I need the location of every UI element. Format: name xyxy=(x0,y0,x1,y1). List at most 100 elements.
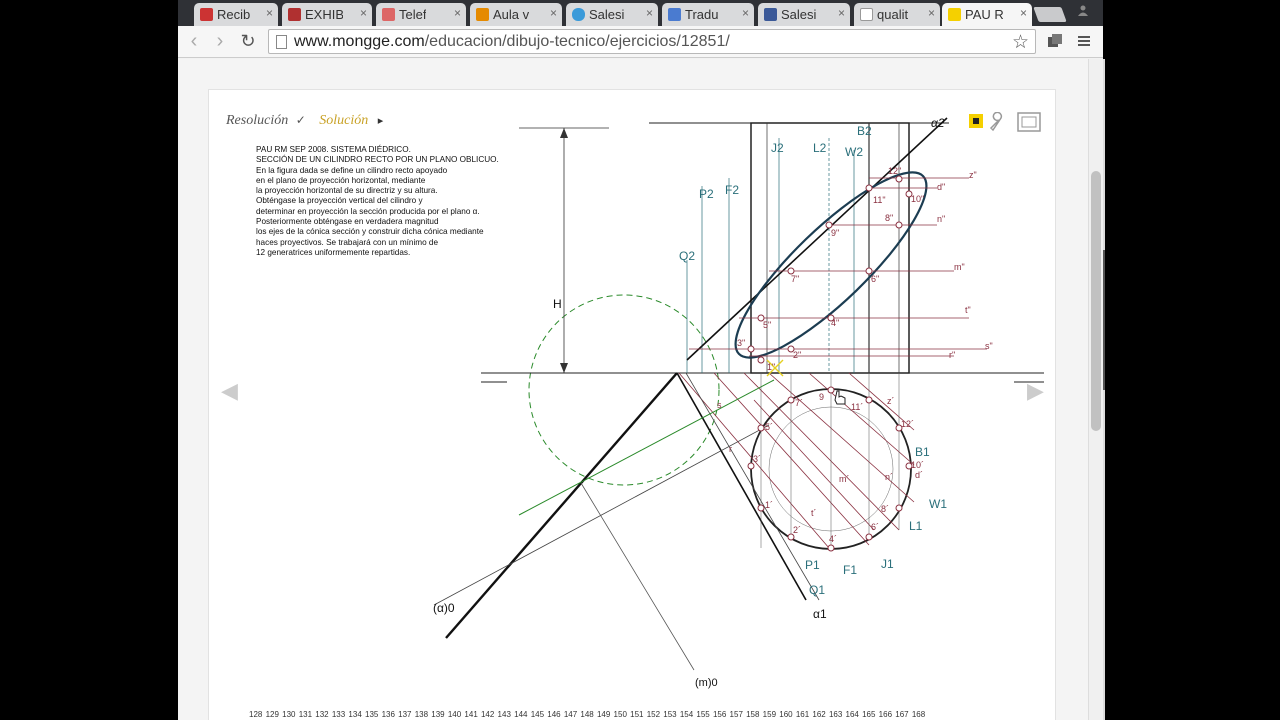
label-alpha0: (α)0 xyxy=(433,601,455,615)
label-m2: m" xyxy=(954,262,965,272)
label-1: 1" xyxy=(767,362,775,372)
right-background xyxy=(1103,0,1280,720)
label-alpha2: α2 xyxy=(931,116,945,130)
label-l2: L2 xyxy=(813,141,827,155)
label-d2: d" xyxy=(937,182,945,192)
statement-line: la proyección horizontal de su directriz… xyxy=(256,186,438,196)
secondary-scroll-thumb xyxy=(1103,250,1105,390)
browser-window: Recib × EXHIB × Telef × Aula v × Salesi × Tra… xyxy=(178,0,1103,720)
music-icon xyxy=(382,8,395,21)
prev-step-button[interactable]: ◀ xyxy=(221,378,238,404)
label-p1: P1 xyxy=(805,558,820,572)
label-6: 6" xyxy=(871,274,879,284)
moodle-icon xyxy=(476,8,489,21)
statement-line: PAU RM SEP 2008. SISTEMA DIÉDRICO. xyxy=(256,145,411,154)
translate-icon xyxy=(668,8,681,21)
label-7: 7" xyxy=(791,274,799,284)
label-4: 4" xyxy=(831,318,839,328)
tab-traductor[interactable]: Tradu × xyxy=(662,3,754,26)
profile-icon[interactable] xyxy=(1076,4,1094,18)
label-b1: B1 xyxy=(915,445,930,459)
label-h10: 10´ xyxy=(911,460,924,470)
label-h7: 7´ xyxy=(795,398,803,408)
statement-line: los ejes de la cónica sección y construi… xyxy=(256,227,484,237)
page-icon xyxy=(860,8,873,21)
fullscreen-icon[interactable] xyxy=(1017,112,1041,137)
statement-line: en el plano de proyección horizontal, me… xyxy=(256,175,426,185)
scrollbar-thumb[interactable] xyxy=(1091,171,1101,431)
page-icon xyxy=(276,35,287,49)
address-bar[interactable]: www.mongge.com/educacion/dibujo-tecnico/… xyxy=(268,29,1036,54)
back-button[interactable]: ‹ xyxy=(182,30,206,54)
label-h4: 4´ xyxy=(829,534,837,544)
new-tab-button[interactable] xyxy=(1033,7,1067,22)
tab-close-icon[interactable]: × xyxy=(646,6,653,20)
label-h11: 11´ xyxy=(851,402,863,412)
url-host: www.mongge.com xyxy=(294,33,425,50)
tab-gmail[interactable]: Recib × xyxy=(194,3,278,26)
tab-close-icon[interactable]: × xyxy=(742,6,749,20)
label-8: 8" xyxy=(885,213,893,223)
statement-line: Obténgase la proyección vertical del cil… xyxy=(256,196,423,206)
twitter-icon xyxy=(572,8,585,21)
reload-button[interactable]: ↻ xyxy=(236,30,260,54)
tab-pau-rm-active[interactable]: PAU R × xyxy=(942,3,1032,26)
label-q2: Q2 xyxy=(679,249,695,263)
bookmark-star-icon[interactable]: ☆ xyxy=(1012,31,1029,54)
label-q1: Q1 xyxy=(809,583,825,597)
label-alpha1: α1 xyxy=(813,607,827,621)
next-step-button[interactable]: ▶ xyxy=(1027,378,1044,404)
label-s2: s" xyxy=(985,341,993,351)
label-ht: t´ xyxy=(811,508,817,518)
tab-strip: Recib × EXHIB × Telef × Aula v × Salesi × Tra… xyxy=(178,0,1103,26)
label-z2: z" xyxy=(969,170,977,180)
tab-close-icon[interactable]: × xyxy=(550,6,557,20)
tab-close-icon[interactable]: × xyxy=(838,6,845,20)
url-text[interactable]: www.mongge.com/educacion/dibujo-tecnico/… xyxy=(294,33,730,51)
label-h12: 12´ xyxy=(901,419,914,429)
label-2: 2" xyxy=(793,350,801,360)
mongge-logo-icon[interactable] xyxy=(969,114,983,133)
tab-quality[interactable]: qualit × xyxy=(854,3,940,26)
tab-salesianos-facebook[interactable]: Salesi × xyxy=(758,3,850,26)
label-r2: r" xyxy=(949,350,955,360)
label-h8: 8´ xyxy=(881,504,889,514)
tab-close-icon[interactable]: × xyxy=(360,6,367,20)
wrench-icon[interactable] xyxy=(987,111,1007,137)
statement-line: haces proyectivos. Se trabajará con un m… xyxy=(256,237,439,247)
solucion-tab[interactable]: Solución xyxy=(319,113,368,128)
label-hs: s xyxy=(717,400,722,410)
forward-button[interactable]: › xyxy=(208,30,232,54)
resolucion-tab[interactable]: Resolución xyxy=(226,113,288,128)
tab-telefono[interactable]: Telef × xyxy=(376,3,466,26)
label-hd: d´ xyxy=(915,470,923,480)
tab-close-icon[interactable]: × xyxy=(454,6,461,20)
statement-line: 12 generatrices uniformemente repartidas… xyxy=(256,247,411,257)
label-f2: F2 xyxy=(725,183,739,197)
label-m0: (m)0 xyxy=(695,677,718,689)
label-hz: z´ xyxy=(887,396,895,406)
tab-close-icon[interactable]: × xyxy=(1020,6,1027,20)
label-h3: 3´ xyxy=(753,454,761,464)
step-ruler[interactable]: 128 129 130 131 132 133 134 135 136 137 … xyxy=(249,710,925,719)
tab-close-icon[interactable]: × xyxy=(266,6,273,20)
exercise-statement: PAU RM SEP 2008. SISTEMA DIÉDRICO. SECCI… xyxy=(256,145,499,258)
label-h5: 5´ xyxy=(765,422,773,432)
statement-line: determinar en proyección la sección prod… xyxy=(256,206,480,216)
label-hm: m´ xyxy=(839,474,850,484)
menu-icon[interactable] xyxy=(1076,33,1092,54)
label-3: 3" xyxy=(737,338,745,348)
play-icon[interactable]: ▸ xyxy=(378,115,384,127)
tab-aula[interactable]: Aula v × xyxy=(470,3,562,26)
tab-salesianos-twitter[interactable]: Salesi × xyxy=(566,3,658,26)
tab-exhib[interactable]: EXHIB × xyxy=(282,3,372,26)
label-h9: 9 xyxy=(819,392,824,402)
page-scrollbar[interactable] xyxy=(1088,59,1103,720)
label-9: 9" xyxy=(831,228,839,238)
extension-icon[interactable] xyxy=(1046,32,1064,55)
label-n2: n" xyxy=(937,214,945,224)
solution-menu: Resolución ✓ Solución ▸ xyxy=(226,113,383,129)
label-b2: B2 xyxy=(857,124,872,138)
tab-close-icon[interactable]: × xyxy=(928,6,935,20)
label-w2: W2 xyxy=(845,145,863,159)
